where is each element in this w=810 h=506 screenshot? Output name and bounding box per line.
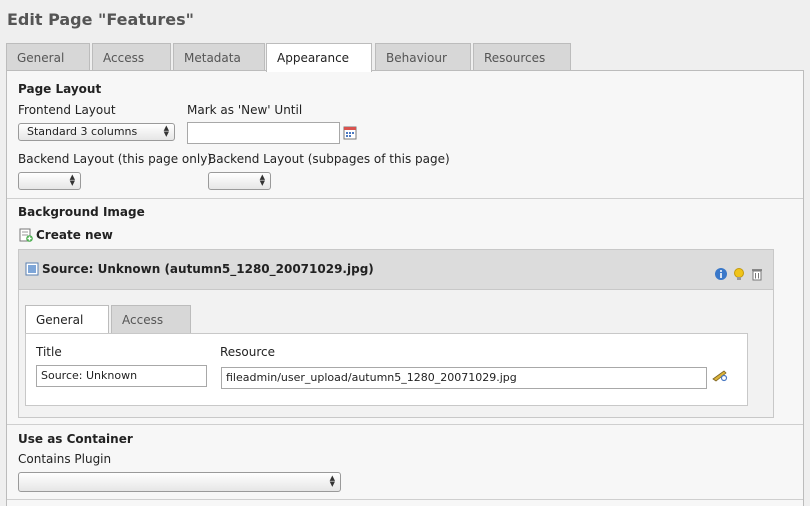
section-divider <box>7 198 803 199</box>
backend-layout-select[interactable]: ▲ ▼ <box>18 172 81 190</box>
subtab-general[interactable]: General <box>25 305 109 333</box>
frontend-layout-label: Frontend Layout <box>18 103 116 117</box>
mark-new-label: Mark as 'New' Until <box>187 103 303 117</box>
link-browser-icon[interactable] <box>712 369 728 383</box>
tab-appearance[interactable]: Appearance <box>266 43 372 72</box>
record-title: Source: Unknown (autumn5_1280_20071029.j… <box>42 262 374 276</box>
select-arrows-icon: ▲ ▼ <box>329 474 335 488</box>
create-new-link[interactable]: Create new <box>36 228 113 242</box>
subtab-access[interactable]: Access <box>111 305 191 333</box>
mark-new-date-input[interactable] <box>187 122 340 144</box>
contains-plugin-select[interactable]: ▲ ▼ <box>18 472 341 492</box>
appearance-panel: Page Layout Frontend Layout Standard 3 c… <box>6 70 804 506</box>
section-divider <box>7 424 803 425</box>
contains-plugin-label: Contains Plugin <box>18 452 112 466</box>
record-fields: Title Source: Unknown Resource fileadmin… <box>25 333 748 406</box>
info-icon[interactable] <box>714 267 728 281</box>
page-layout-heading: Page Layout <box>18 82 102 96</box>
resource-label: Resource <box>220 345 276 359</box>
calendar-icon[interactable] <box>343 126 357 140</box>
container-heading: Use as Container <box>18 432 133 446</box>
image-record-icon <box>25 262 39 276</box>
title-input[interactable]: Source: Unknown <box>36 365 207 387</box>
select-arrows-icon: ▲ ▼ <box>69 173 75 187</box>
background-image-heading: Background Image <box>18 205 145 219</box>
section-divider <box>7 499 803 500</box>
record-header[interactable]: Source: Unknown (autumn5_1280_20071029.j… <box>19 250 773 290</box>
lightbulb-icon[interactable] <box>732 267 746 281</box>
backend-layout-sub-select[interactable]: ▲ ▼ <box>208 172 271 190</box>
backend-layout-sub-label: Backend Layout (subpages of this page) <box>208 152 450 166</box>
background-image-record: Source: Unknown (autumn5_1280_20071029.j… <box>18 249 774 418</box>
tab-behaviour[interactable]: Behaviour <box>375 43 471 71</box>
trash-icon[interactable] <box>750 267 764 281</box>
backend-layout-label: Backend Layout (this page only) <box>18 152 212 166</box>
select-arrows-icon: ▲ ▼ <box>259 173 265 187</box>
tab-resources[interactable]: Resources <box>473 43 571 71</box>
frontend-layout-value: Standard 3 columns <box>27 125 138 138</box>
resource-input[interactable]: fileadmin/user_upload/autumn5_1280_20071… <box>221 367 707 389</box>
tab-metadata[interactable]: Metadata <box>173 43 265 71</box>
tab-access[interactable]: Access <box>92 43 171 71</box>
frontend-layout-select[interactable]: Standard 3 columns ▲ ▼ <box>18 123 175 141</box>
tab-general[interactable]: General <box>6 43 90 71</box>
title-label: Title <box>36 345 62 359</box>
page-title: Edit Page "Features" <box>7 10 194 29</box>
select-arrows-icon: ▲ ▼ <box>163 124 169 138</box>
create-new-icon[interactable] <box>19 228 33 242</box>
